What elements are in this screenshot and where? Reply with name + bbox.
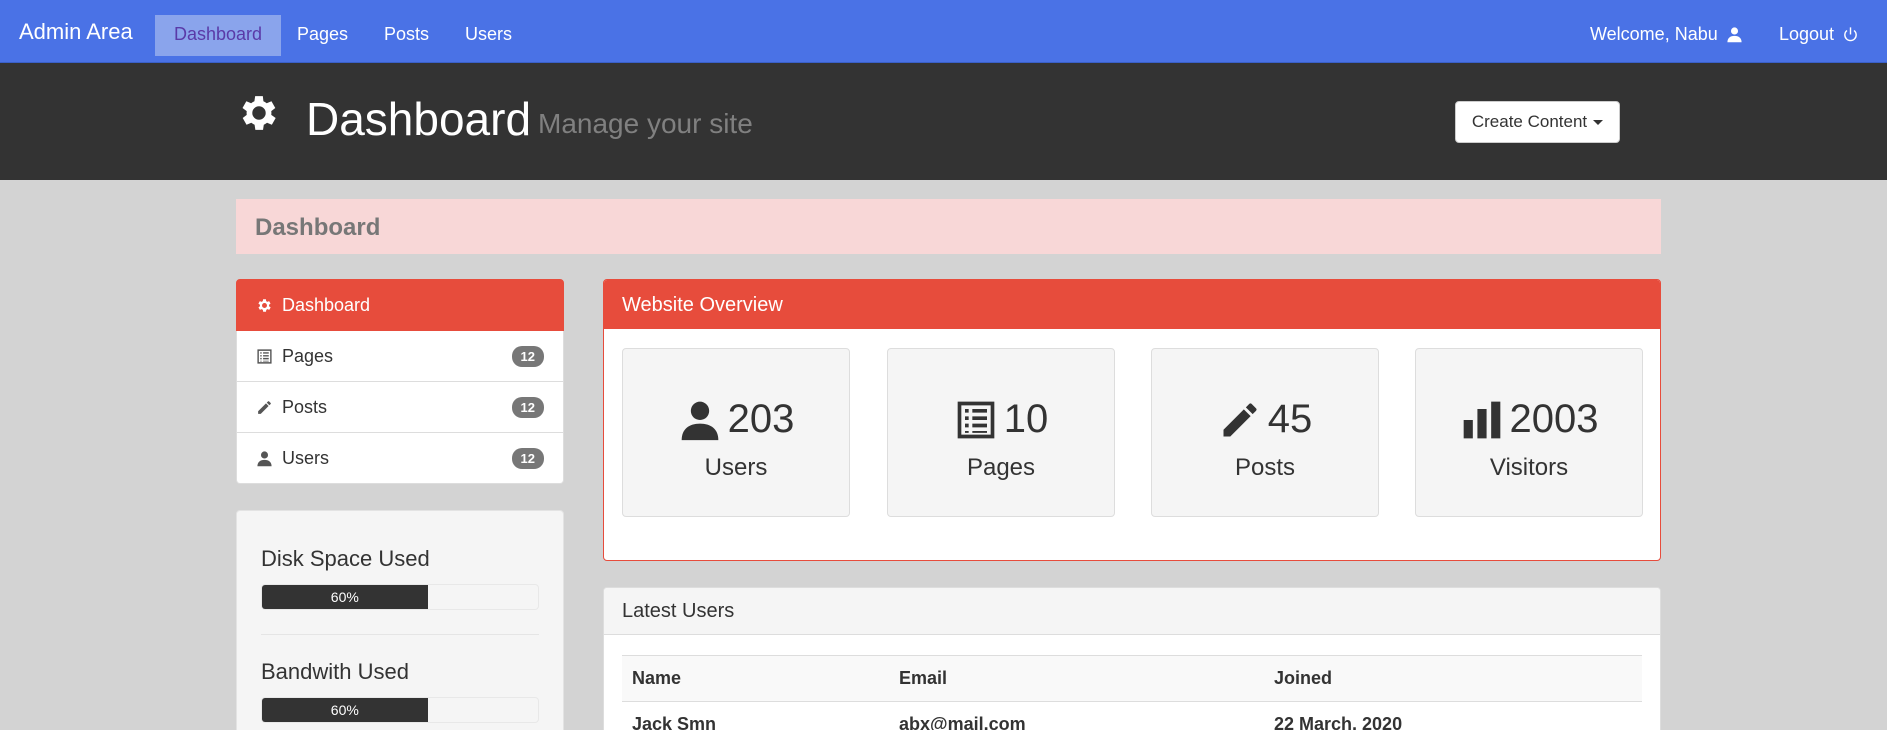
column-header-name: Name [622,655,889,702]
nav-users[interactable]: Users [446,15,531,56]
welcome-text: Welcome, Nabu [1590,24,1718,44]
usage-well: Disk Space Used 60% Bandwith Used 60% [236,510,564,730]
sidebar-item-dashboard[interactable]: Dashboard [236,279,564,331]
cell-name: Jack Smn [632,714,717,730]
sidebar-item-label: Posts [282,396,328,417]
latest-users-table: Name Email Joined Jack Smn abx@mail.com … [622,655,1642,730]
cell-joined: 22 March, 2020 [1274,714,1403,730]
sidebar-item-label: Users [282,447,330,468]
cell-email: abx@mail.com [899,714,1026,730]
user-icon [678,398,722,442]
power-icon [1842,26,1859,43]
breadcrumb: Dashboard [236,199,1661,254]
stat-users: 203 Users [622,348,850,517]
count-badge: 12 [511,448,544,469]
create-content-label: Create Content [1471,112,1588,131]
sidebar-item-users[interactable]: Users 12 [236,433,564,484]
caret-down-icon [1593,119,1604,125]
gear-icon [256,297,273,314]
stat-pages: 10 Pages [887,348,1115,517]
stat-visitors: 2003 Visitors [1415,348,1643,517]
welcome-link[interactable]: Welcome, Nabu [1590,24,1743,45]
stat-value: 203 [727,397,795,441]
pencil-icon [1218,398,1262,442]
create-content-button[interactable]: Create Content [1455,101,1620,143]
bandwidth-progress: 60% [261,697,539,723]
column-header-email: Email [889,655,1264,702]
bar-chart-icon [1460,398,1504,442]
breadcrumb-label: Dashboard [255,214,381,241]
logout-link[interactable]: Logout [1779,24,1859,45]
stat-value: 10 [1003,397,1049,441]
pencil-icon [256,399,273,416]
sidebar-item-posts[interactable]: Posts 12 [236,382,564,433]
page-subtitle: Manage your site [538,108,753,139]
user-icon [1726,26,1743,43]
bandwidth-title: Bandwith Used [261,659,409,684]
user-icon [256,450,273,467]
disk-space-progress-fill: 60% [262,585,428,609]
page-header: Dashboard Manage your site Create Conten… [0,63,1887,180]
nav-pages[interactable]: Pages [278,15,367,56]
page-title: Dashboard [306,93,532,145]
top-navbar: Admin Area Dashboard Pages Posts Users W… [0,0,1887,63]
brand-link[interactable]: Admin Area [19,19,133,45]
table-row: Jack Smn abx@mail.com 22 March, 2020 [622,702,1642,730]
bandwidth-progress-fill: 60% [262,698,428,722]
nav-dashboard[interactable]: Dashboard [155,15,282,56]
stat-label: Users [704,454,768,481]
divider [261,634,539,635]
stat-label: Posts [1234,454,1296,481]
list-icon [954,398,998,442]
stat-posts: 45 Posts [1151,348,1379,517]
stat-label: Pages [966,454,1036,481]
latest-users-panel: Latest Users Name Email Joined Jack Smn … [603,587,1661,730]
table-header-row: Name Email Joined [622,655,1642,702]
disk-space-progress: 60% [261,584,539,610]
nav-posts[interactable]: Posts [365,15,448,56]
sidebar-item-label: Dashboard [282,294,371,315]
gear-icon [236,90,282,136]
logout-text: Logout [1779,24,1835,44]
disk-space-title: Disk Space Used [261,546,430,571]
sidebar-item-pages[interactable]: Pages 12 [236,331,564,382]
website-overview-panel: Website Overview 203 Users 10 Pages 45 P… [603,279,1661,561]
sidebar-item-label: Pages [282,345,334,366]
website-overview-title: Website Overview [604,280,1660,329]
latest-users-title: Latest Users [604,588,1660,635]
list-icon [256,348,273,365]
stat-value: 45 [1267,397,1313,441]
column-header-joined: Joined [1264,655,1642,702]
count-badge: 12 [511,346,544,367]
count-badge: 12 [511,397,544,418]
sidebar-menu: Dashboard Pages 12 Posts 12 Users 12 [236,279,564,484]
stat-value: 2003 [1509,397,1599,441]
stat-label: Visitors [1489,454,1569,481]
